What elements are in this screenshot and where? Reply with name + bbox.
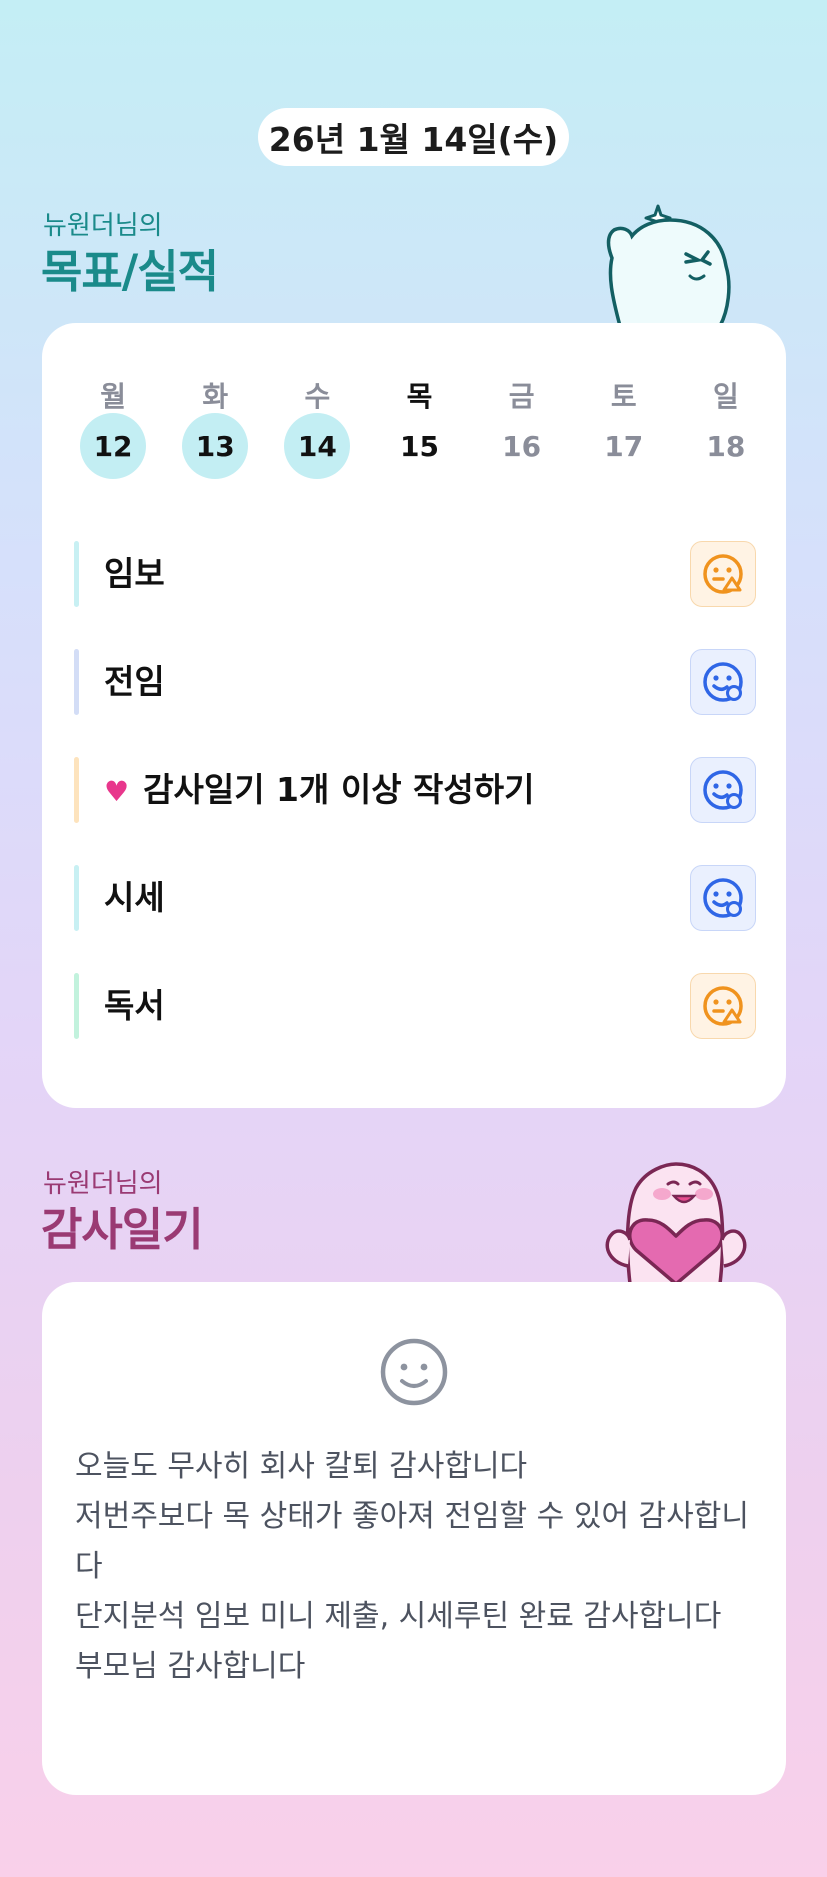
goal-item[interactable]: 독서 bbox=[74, 973, 756, 1039]
goal-label-text: 감사일기 1개 이상 작성하기 bbox=[143, 770, 535, 809]
goal-label: 시세 bbox=[104, 878, 165, 917]
weekday-label: 화 bbox=[202, 380, 229, 413]
smiley-face-icon bbox=[380, 1338, 448, 1406]
date-cell[interactable]: 13 bbox=[182, 413, 249, 479]
weekday-label: 수 bbox=[304, 380, 331, 413]
smile-circle-icon[interactable] bbox=[690, 649, 756, 715]
mascot-icon bbox=[606, 204, 731, 326]
date-cell[interactable]: 15 bbox=[386, 413, 452, 479]
weekday-label: 월 bbox=[100, 380, 126, 413]
weekday-header: 월 화 수 목 금 토 일 bbox=[62, 375, 777, 415]
goal-item[interactable]: 시세 bbox=[74, 865, 756, 931]
mascot-heart-icon bbox=[605, 1162, 747, 1284]
goal-color-bar bbox=[74, 973, 79, 1039]
smile-circle-icon[interactable] bbox=[690, 865, 756, 931]
diary-card: 오늘도 무사히 회사 칼퇴 감사합니다 저번주보다 목 상태가 좋아져 전임할 … bbox=[42, 1282, 786, 1795]
goal-label: 전임 bbox=[104, 662, 165, 701]
diary-section-title: 감사일기 bbox=[41, 1203, 204, 1256]
goal-item[interactable]: ♥ 감사일기 1개 이상 작성하기 bbox=[74, 757, 756, 823]
smile-triangle-icon[interactable] bbox=[690, 541, 756, 607]
date-cell[interactable]: 18 bbox=[693, 413, 759, 479]
smile-triangle-icon[interactable] bbox=[690, 973, 756, 1039]
date-cell[interactable]: 12 bbox=[80, 413, 147, 479]
goal-color-bar bbox=[74, 865, 79, 931]
diary-text: 오늘도 무사히 회사 칼퇴 감사합니다 저번주보다 목 상태가 좋아져 전임할 … bbox=[75, 1449, 749, 1684]
weekday-label: 토 bbox=[610, 380, 637, 413]
date-cell[interactable]: 17 bbox=[591, 413, 657, 479]
date-selector[interactable]: 26년 1월 14일(수) bbox=[258, 108, 569, 166]
date-cell-selected[interactable]: 14 bbox=[284, 413, 351, 479]
date-cell[interactable]: 16 bbox=[489, 413, 555, 479]
goals-section-title: 목표/실적 bbox=[41, 245, 219, 298]
heart-icon: ♥ bbox=[104, 775, 130, 808]
goals-card: 월 화 수 목 금 토 일 12 13 14 15 16 17 18 임보 전임… bbox=[42, 323, 786, 1108]
goal-item[interactable]: 임보 bbox=[74, 541, 756, 607]
weekday-label: 금 bbox=[508, 380, 535, 413]
smile-circle-icon[interactable] bbox=[690, 757, 756, 823]
goal-color-bar bbox=[74, 757, 79, 823]
goal-color-bar bbox=[74, 649, 79, 715]
goal-item[interactable]: 전임 bbox=[74, 649, 756, 715]
goal-label: 독서 bbox=[104, 986, 165, 1025]
goal-label: 임보 bbox=[104, 554, 165, 593]
week-dates: 12 13 14 15 16 17 18 bbox=[62, 413, 777, 479]
weekday-label: 일 bbox=[713, 380, 739, 413]
weekday-label: 목 bbox=[406, 380, 433, 413]
goal-color-bar bbox=[74, 541, 79, 607]
goal-label: ♥ 감사일기 1개 이상 작성하기 bbox=[104, 757, 535, 823]
